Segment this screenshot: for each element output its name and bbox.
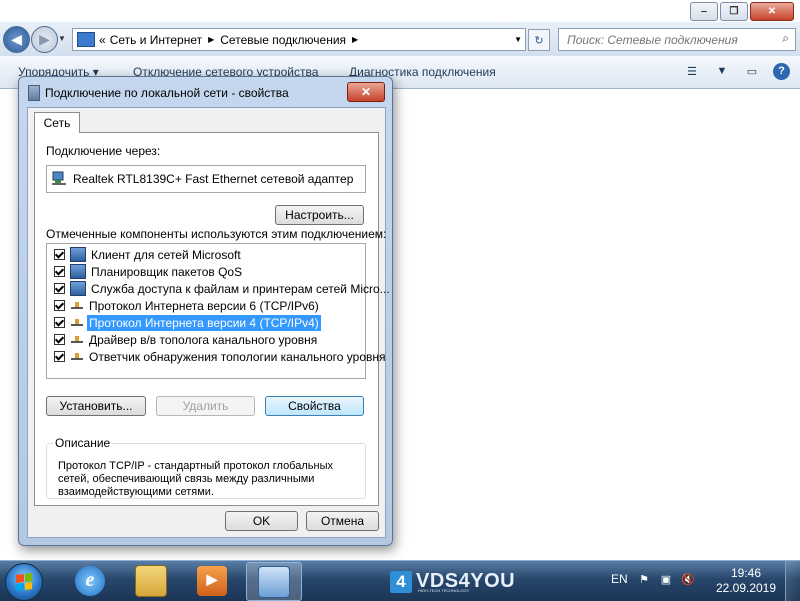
forward-button[interactable]: ▶ [31, 26, 58, 53]
preview-pane-icon[interactable]: ▭ [743, 62, 761, 80]
cancel-button[interactable]: Отмена [306, 511, 379, 531]
internet-explorer-icon: e [75, 565, 105, 596]
notification-area: ⚑ ▣ 🔇 [636, 571, 696, 587]
taskbar-media-player[interactable]: ▶ [185, 562, 239, 599]
list-item[interactable]: Драйвер в/в тополога канального уровня [47, 331, 319, 348]
windows-logo-icon [16, 573, 32, 591]
network-client-icon [70, 247, 86, 262]
list-item[interactable]: Служба доступа к файлам и принтерам сете… [47, 280, 392, 297]
navigation-bar: ◀ ▶ ▼ « Сеть и Интернет ▶ Сетевые подклю… [0, 22, 800, 56]
control-panel-icon [77, 32, 95, 47]
component-checkbox[interactable] [54, 266, 65, 277]
network-connections-icon [258, 565, 290, 598]
protocol-icon [70, 350, 84, 363]
tab-network[interactable]: Сеть [34, 112, 80, 133]
language-indicator[interactable]: EN [611, 572, 628, 586]
arrow-right-icon: ▶ [39, 31, 50, 47]
change-view-icon[interactable]: ☰ [683, 62, 701, 80]
protocol-icon [70, 316, 84, 329]
component-checkbox[interactable] [54, 300, 65, 311]
list-item[interactable]: Клиент для сетей Microsoft [47, 246, 243, 263]
logo-number: 4 [390, 570, 412, 593]
address-bar[interactable]: « Сеть и Интернет ▶ Сетевые подключения … [72, 28, 526, 51]
minimize-button[interactable]: ‒ [690, 2, 718, 21]
component-checkbox[interactable] [54, 249, 65, 260]
tab-network-label: Сеть [43, 116, 71, 130]
close-button[interactable]: ✕ [750, 2, 794, 21]
dialog-title: Подключение по локальной сети - свойства [45, 86, 289, 100]
help-icon[interactable]: ? [773, 62, 790, 80]
search-input[interactable] [565, 31, 769, 48]
folder-icon [135, 564, 167, 597]
components-label: Отмеченные компоненты используются этим … [46, 227, 387, 241]
description-group: Описание Протокол TCP/IP - стандартный п… [46, 436, 366, 499]
breadcrumb-network-connections[interactable]: Сетевые подключения [220, 33, 346, 47]
search-box: ⌕ [558, 28, 796, 51]
protocol-icon [70, 333, 84, 346]
window-controls: ‒ ❐ ✕ [690, 2, 794, 21]
component-checkbox[interactable] [54, 334, 65, 345]
vds4you-logo: 4 VDS4YOU HIGH-TECH TECHNOLOGY [390, 570, 515, 593]
breadcrumb-overflow[interactable]: « [99, 33, 106, 47]
search-icon[interactable]: ⌕ [782, 31, 789, 46]
install-button[interactable]: Установить... [46, 396, 146, 416]
arrow-left-icon: ◀ [11, 31, 22, 47]
network-adapter-icon [52, 171, 66, 185]
logo-subtext: HIGH-TECH TECHNOLOGY [418, 588, 470, 593]
breadcrumb-network-internet[interactable]: Сеть и Интернет [110, 33, 202, 47]
clock-date: 22.09.2019 [715, 581, 777, 595]
description-label: Описание [53, 436, 113, 450]
adapter-name: Realtek RTL8139C+ Fast Ethernet сетевой … [73, 172, 354, 186]
view-controls: ☰ ▼ ▭ ? [683, 62, 790, 80]
close-icon: ✕ [360, 85, 372, 99]
component-checkbox[interactable] [54, 283, 65, 294]
file-sharing-icon [70, 281, 86, 296]
uninstall-button: Удалить [156, 396, 255, 416]
components-list[interactable]: Клиент для сетей Microsoft Планировщик п… [46, 243, 390, 379]
clock-time: 19:46 [730, 566, 762, 580]
taskbar-control-panel[interactable] [246, 562, 302, 601]
properties-button[interactable]: Свойства [265, 396, 364, 416]
description-text: Протокол TCP/IP - стандартный протокол г… [58, 460, 333, 498]
taskbar-internet-explorer[interactable]: e [63, 562, 117, 599]
qos-icon [70, 264, 86, 279]
list-item[interactable]: Планировщик пакетов QoS [47, 263, 244, 280]
chevron-down-icon[interactable]: ▼ [514, 35, 522, 44]
network-status-icon[interactable]: ▣ [658, 571, 674, 587]
show-desktop-button[interactable] [785, 561, 800, 601]
chevron-right-icon[interactable]: ▶ [208, 35, 214, 44]
list-item-selected[interactable]: Протокол Интернета версии 4 (TCP/IPv4) [47, 314, 321, 331]
refresh-button[interactable]: ↻ [528, 29, 550, 51]
recent-pages-dropdown[interactable]: ▼ [58, 34, 66, 43]
start-button[interactable] [5, 563, 43, 601]
component-checkbox[interactable] [54, 317, 65, 328]
maximize-button[interactable]: ❐ [720, 2, 748, 21]
refresh-icon: ↻ [534, 34, 544, 47]
configure-button[interactable]: Настроить... [275, 205, 364, 225]
adapter-field: Realtek RTL8139C+ Fast Ethernet сетевой … [46, 165, 366, 193]
list-item[interactable]: Протокол Интернета версии 6 (TCP/IPv6) [47, 297, 321, 314]
taskbar: e ▶ 4 VDS4YOU HIGH-TECH TECHNOLOGY EN ⚑ … [0, 560, 800, 601]
network-adapter-icon [28, 85, 40, 101]
connect-using-label: Подключение через: [46, 144, 161, 158]
back-button[interactable]: ◀ [3, 26, 30, 53]
action-center-flag-icon[interactable]: ⚑ [636, 571, 652, 587]
volume-muted-icon[interactable]: 🔇 [680, 571, 696, 587]
clock[interactable]: 19:46 22.09.2019 [712, 566, 780, 596]
chevron-down-icon[interactable]: ▼ [713, 62, 731, 80]
list-item[interactable]: Ответчик обнаружения топологии канальног… [47, 348, 388, 365]
taskbar-file-explorer[interactable] [124, 562, 178, 599]
component-checkbox[interactable] [54, 351, 65, 362]
media-player-icon: ▶ [197, 565, 227, 596]
protocol-icon [70, 299, 84, 312]
tab-panel: Подключение через: Realtek RTL8139C+ Fas… [34, 132, 390, 506]
dialog-close-button[interactable]: ✕ [347, 82, 385, 102]
ok-button[interactable]: OK [225, 511, 298, 531]
local-connection-properties-dialog: Подключение по локальной сети - свойства… [18, 76, 393, 546]
chevron-right-icon[interactable]: ▶ [352, 35, 358, 44]
dialog-body: Сеть Подключение через: Realtek RTL8139C… [27, 107, 390, 538]
